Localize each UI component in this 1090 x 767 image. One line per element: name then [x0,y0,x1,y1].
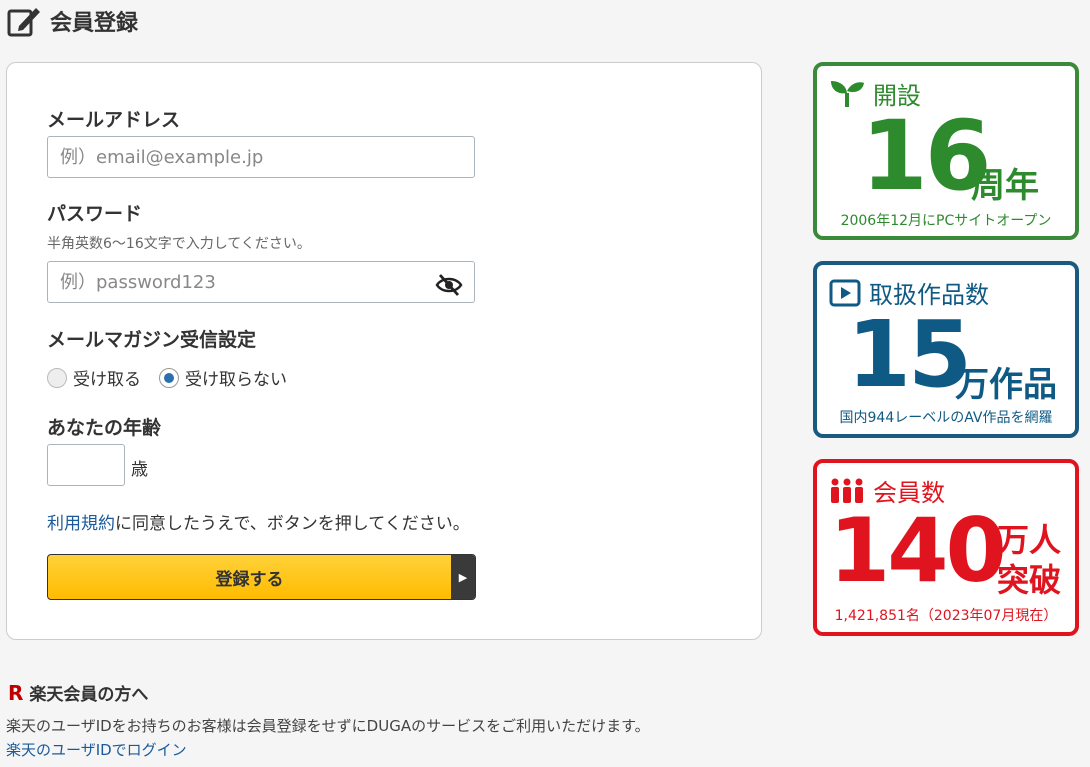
registration-form: メールアドレス パスワード 半角英数6～16文字で入力してください。 メールマガ… [6,62,762,640]
rakuten-logo-icon: R [8,680,24,705]
register-button-label: 登録する [215,569,284,590]
email-input[interactable] [47,136,475,178]
radio-button-selected[interactable] [159,367,179,388]
email-label: メールアドレス [47,109,181,131]
newsletter-label: メールマガジン受信設定 [47,329,257,351]
stat-founded: 開設 16 周年 2006年12月にPCサイトオープン [813,62,1079,240]
stat-founded-unit: 周年 [971,166,1039,206]
rakuten-heading: 楽天会員の方へ [29,685,149,705]
page-header: 会員登録 [6,4,138,38]
stat-founded-number: 16 [861,100,992,212]
rakuten-section-header: R 楽天会員の方へ [8,680,149,706]
stat-founded-note: 2006年12月にPCサイトオープン [840,213,1052,229]
register-button[interactable]: 登録する ▶ [47,554,476,600]
newsletter-option-decline[interactable]: 受け取らない [159,365,287,390]
stat-works-number: 15 [847,301,972,408]
eye-slash-icon[interactable] [435,273,463,297]
age-input[interactable] [47,444,125,486]
stat-members-unit-2: 突破 [997,561,1062,599]
page-title: 会員登録 [50,11,139,36]
stat-members-number: 140 [829,499,1007,602]
stat-works-note: 国内944レーベルのAV作品を網羅 [839,410,1053,426]
radio-button[interactable] [47,367,67,388]
rakuten-login-link[interactable]: 楽天のユーザIDでログイン [6,739,187,760]
age-label: あなたの年齢 [47,417,162,439]
newsletter-options: 受け取る 受け取らない [47,365,305,390]
sprout-icon [831,80,864,107]
play-arrow-icon: ▶ [451,555,475,599]
password-label: パスワード [47,203,143,225]
rakuten-description: 楽天のユーザIDをお持ちのお客様は会員登録をせずにDUGAのサービスをご利用いた… [6,717,650,735]
stat-members: 会員数 140 万人 突破 1,421,851名（2023年07月現在） [813,459,1079,636]
edit-icon [7,8,40,37]
stat-works: 取扱作品数 15 万作品 国内944レーベルのAV作品を網羅 [813,261,1079,438]
terms-link[interactable]: 利用規約 [47,514,115,534]
stat-works-unit: 万作品 [955,365,1057,405]
age-unit: 歳 [131,460,148,480]
newsletter-option-receive[interactable]: 受け取る [47,365,141,390]
terms-text: に同意したうえで、ボタンを押してください。 [115,514,470,534]
password-input[interactable] [47,261,475,303]
terms-agreement: 利用規約に同意したうえで、ボタンを押してください。 [47,509,470,534]
stat-members-note: 1,421,851名（2023年07月現在） [834,608,1058,624]
password-hint: 半角英数6～16文字で入力してください。 [47,236,311,252]
